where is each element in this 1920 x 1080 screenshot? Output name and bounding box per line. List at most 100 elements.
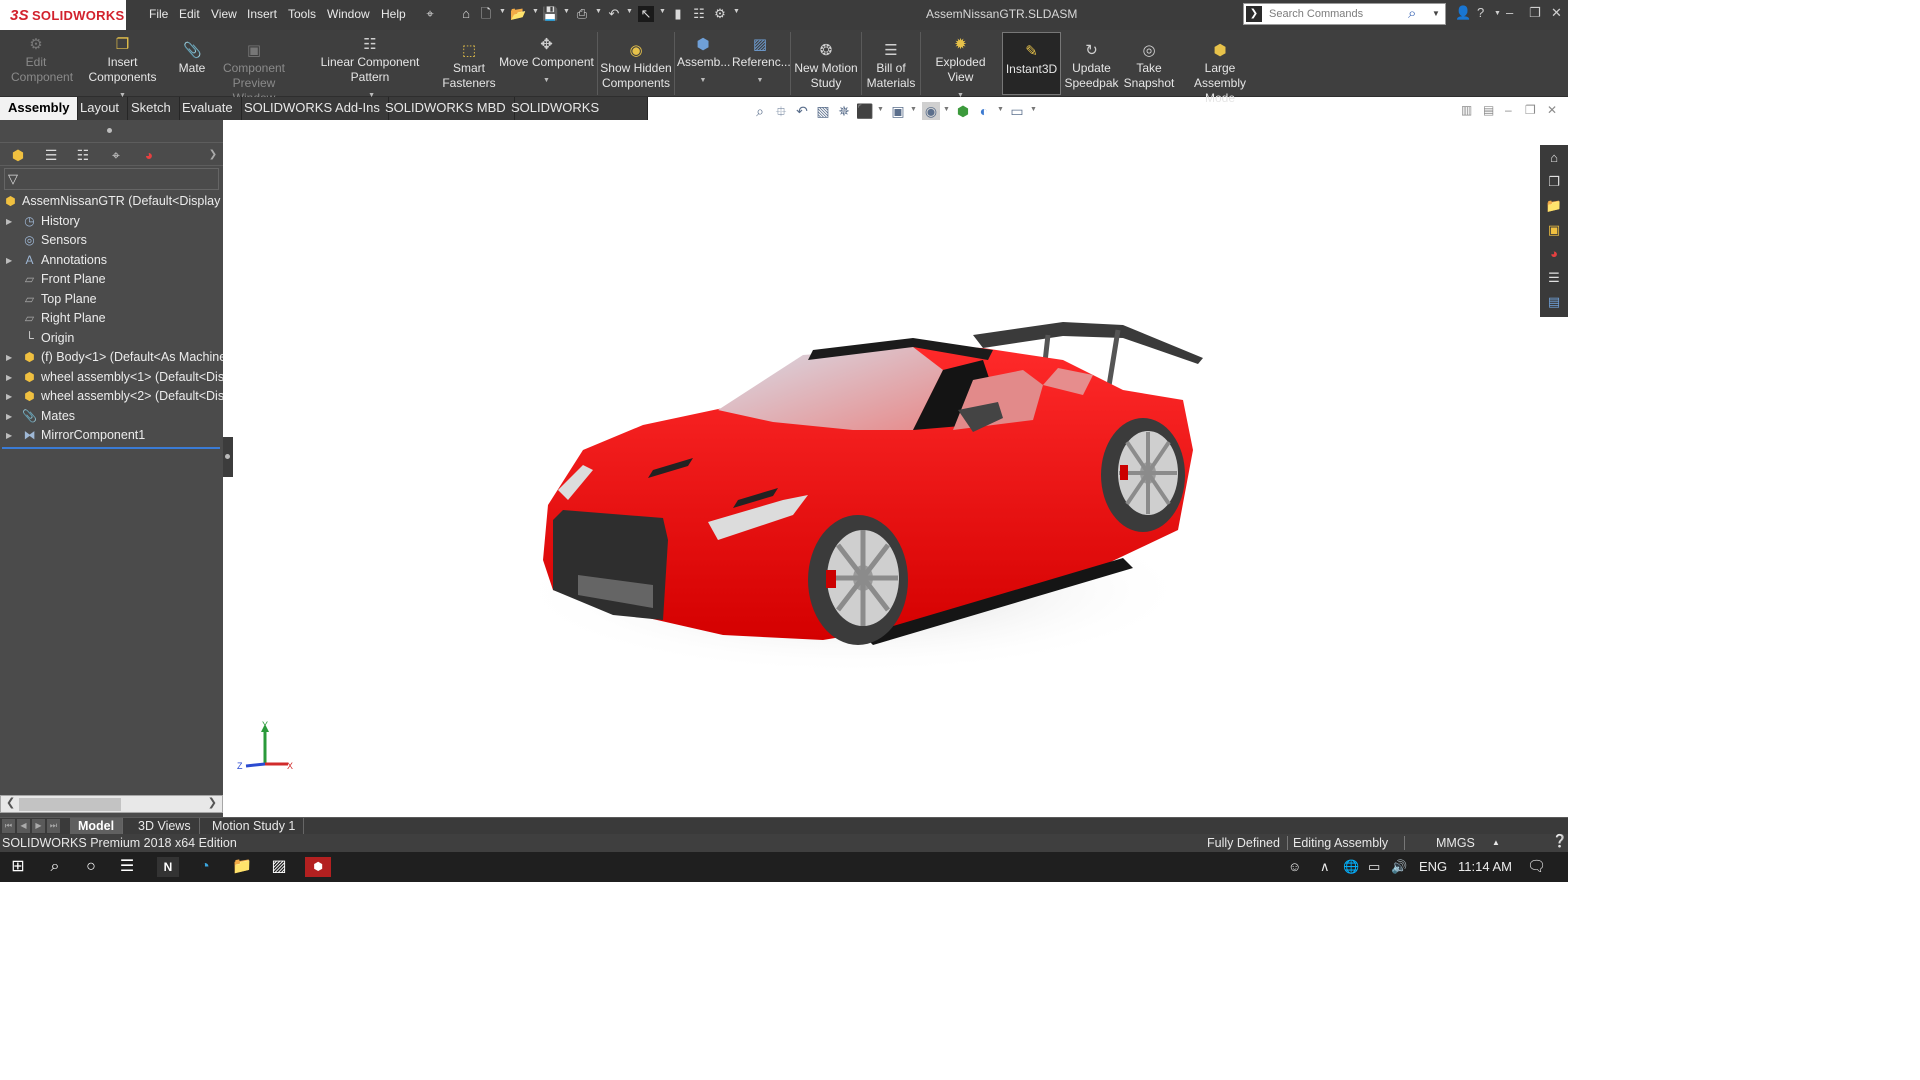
battery-icon[interactable]: ▭ xyxy=(1368,859,1380,875)
file-properties-icon[interactable]: ☷ xyxy=(691,6,707,22)
search-icon[interactable]: ⌕ xyxy=(1408,5,1416,22)
taskbar-search-icon[interactable]: ⌕ xyxy=(44,857,66,877)
graphics-area[interactable]: Y Z X xyxy=(223,120,1540,817)
viewport-restore-icon[interactable]: ❐ xyxy=(1525,103,1536,117)
units-dropdown-icon[interactable]: ▲ xyxy=(1492,838,1500,847)
expand-arrow-icon[interactable]: ▶ xyxy=(6,251,12,270)
view-settings-dropdown-icon[interactable]: ▼ xyxy=(1030,106,1037,113)
save-icon[interactable]: 💾 xyxy=(542,6,558,22)
apply-scene-icon[interactable]: ◐ xyxy=(975,102,993,120)
select-arrow-icon[interactable]: ↖ xyxy=(638,6,654,22)
large-assembly-mode-button[interactable]: ⬢ Large Assembly Mode xyxy=(1178,30,1262,105)
mate-button[interactable]: 📎 Mate xyxy=(175,30,209,97)
tab-3d-views[interactable]: 3D Views xyxy=(130,818,200,835)
viewport-minimize-icon[interactable]: – xyxy=(1505,103,1512,117)
tree-item-mirror-component[interactable]: ▶ ⧓ MirrorComponent1 xyxy=(0,426,223,445)
tab-visualize[interactable]: SOLIDWORKS Visualize xyxy=(503,97,648,137)
expand-arrow-icon[interactable]: ▶ xyxy=(6,426,12,445)
tree-item-wheel-assembly-1[interactable]: ▶ ⬢ wheel assembly<1> (Default<Dis xyxy=(0,368,223,387)
expand-arrow-icon[interactable]: ▶ xyxy=(6,348,12,367)
cortana-icon[interactable]: ○ xyxy=(80,857,102,877)
first-tab-arrow-icon[interactable]: ⏮ xyxy=(2,819,15,833)
show-hidden-components-button[interactable]: ◉ Show Hidden Components xyxy=(600,30,672,97)
zoom-to-area-icon[interactable]: ⯐ xyxy=(772,102,790,120)
tree-filter-input[interactable]: ▽ xyxy=(4,168,219,190)
last-tab-arrow-icon[interactable]: ⏭ xyxy=(47,819,60,833)
clock-label[interactable]: 11:14 AM xyxy=(1458,859,1512,874)
smart-fasteners-button[interactable]: ⬚ Smart Fasteners xyxy=(441,30,497,97)
tab-assembly[interactable]: Assembly xyxy=(0,97,79,120)
feature-manager-tab-icon[interactable]: ⬢ xyxy=(7,146,29,164)
status-tooltip-icon[interactable]: ❔ xyxy=(1552,834,1568,849)
menu-view[interactable]: View xyxy=(211,7,237,21)
restore-icon[interactable]: ❐ xyxy=(1529,5,1541,21)
open-dropdown-icon[interactable]: ▼ xyxy=(532,8,539,15)
tree-item-right-plane[interactable]: ▱ Right Plane xyxy=(0,309,223,328)
tree-root-assembly[interactable]: ⬢ AssemNissanGTR (Default<Display S xyxy=(0,192,223,211)
save-dropdown-icon[interactable]: ▼ xyxy=(563,8,570,15)
property-manager-tab-icon[interactable]: ☰ xyxy=(40,146,62,164)
panel-expand-chevron-icon[interactable]: ❯ xyxy=(202,146,224,164)
search-dropdown-icon[interactable]: ▼ xyxy=(1432,9,1440,18)
search-commands-box[interactable]: ❯ Search Commands ⌕ ▼ xyxy=(1243,3,1446,25)
viewport-tile-right-icon[interactable]: ▤ xyxy=(1483,103,1494,117)
options-gear-icon[interactable]: ⚙ xyxy=(712,6,728,22)
task-view-icon[interactable]: ☰ xyxy=(116,857,138,877)
panel-collapse-handle[interactable] xyxy=(223,437,233,477)
options-dropdown-icon[interactable]: ▼ xyxy=(733,8,740,15)
exploded-view-dropdown-icon[interactable]: ▼ xyxy=(922,92,999,100)
file-explorer-icon[interactable]: 📁 xyxy=(231,857,253,877)
menu-file[interactable]: File xyxy=(149,7,168,21)
display-style-dropdown-icon[interactable]: ▼ xyxy=(910,106,917,113)
viewport-close-icon[interactable]: ✕ xyxy=(1547,103,1557,117)
reference-geometry-button[interactable]: ▨ Referenc... ▼ xyxy=(732,30,791,97)
people-icon[interactable]: ☺ xyxy=(1288,859,1301,874)
insert-components-button[interactable]: ❐ Insert Components ▼ xyxy=(72,30,173,99)
custom-properties-icon[interactable]: ☰ xyxy=(1545,269,1563,287)
edit-appearance-icon[interactable]: ⬢ xyxy=(954,102,972,120)
design-library-icon[interactable]: ❐ xyxy=(1545,173,1563,191)
pin-icon[interactable]: ⌖ xyxy=(422,6,438,22)
input-language-label[interactable]: ENG xyxy=(1419,859,1447,874)
view-settings-monitor-icon[interactable]: ▭ xyxy=(1008,102,1026,120)
tree-item-body[interactable]: ▶ ⬢ (f) Body<1> (Default<As Machine xyxy=(0,348,223,367)
configuration-manager-tab-icon[interactable]: ☷ xyxy=(72,146,94,164)
tab-sketch[interactable]: Sketch xyxy=(123,97,180,120)
apply-scene-dropdown-icon[interactable]: ▼ xyxy=(997,106,1004,113)
command-prompt-icon[interactable]: ❯ xyxy=(1246,6,1262,22)
solidworks-resources-home-icon[interactable]: ⌂ xyxy=(1545,149,1563,167)
tray-overflow-chevron-icon[interactable]: ∧ xyxy=(1320,859,1330,875)
windows-start-icon[interactable]: ⊞ xyxy=(7,857,29,877)
solidworks-logo[interactable]: 3S SOLIDWORKS xyxy=(0,0,126,30)
take-snapshot-button[interactable]: ◎ Take Snapshot xyxy=(1122,30,1176,97)
user-icon[interactable]: 👤 xyxy=(1455,5,1471,21)
exploded-view-button[interactable]: ✹ Exploded View ▼ xyxy=(922,30,999,100)
tab-evaluate[interactable]: Evaluate xyxy=(174,97,242,120)
section-view-icon[interactable]: ▧ xyxy=(814,102,832,120)
update-speedpak-button[interactable]: ↻ Update Speedpak xyxy=(1064,30,1119,97)
menu-insert[interactable]: Insert xyxy=(247,7,277,21)
bill-of-materials-button[interactable]: ☰ Bill of Materials xyxy=(864,30,918,97)
volume-icon[interactable]: 🔊 xyxy=(1391,859,1407,875)
panel-grip[interactable] xyxy=(0,120,223,142)
print-icon[interactable]: ⎙ xyxy=(574,6,590,22)
menu-tools[interactable]: Tools xyxy=(288,7,316,21)
menu-help[interactable]: Help xyxy=(381,7,406,21)
move-component-dropdown-icon[interactable]: ▼ xyxy=(499,77,594,85)
tab-motion-study-1[interactable]: Motion Study 1 xyxy=(204,818,305,835)
expand-arrow-icon[interactable]: ▶ xyxy=(6,387,12,406)
expand-arrow-icon[interactable]: ▶ xyxy=(6,212,12,231)
undo-icon[interactable]: ↶ xyxy=(606,6,622,22)
view-orientation-dropdown-icon[interactable]: ▼ xyxy=(877,106,884,113)
rollback-bar[interactable] xyxy=(2,447,220,449)
prev-tab-arrow-icon[interactable]: ◀ xyxy=(17,819,30,833)
new-document-icon[interactable]: 🗋 xyxy=(478,6,494,22)
tree-horizontal-scrollbar[interactable]: ❮ ❯ xyxy=(0,795,223,813)
expand-arrow-icon[interactable]: ▶ xyxy=(6,407,12,426)
solidworks-taskbar-icon[interactable]: ⬢ xyxy=(305,857,331,877)
tree-item-sensors[interactable]: ◎ Sensors xyxy=(0,231,223,250)
menu-edit[interactable]: Edit xyxy=(179,7,200,21)
print-dropdown-icon[interactable]: ▼ xyxy=(595,8,602,15)
viewport-tile-left-icon[interactable]: ▥ xyxy=(1461,103,1472,117)
scroll-right-icon[interactable]: ❯ xyxy=(208,796,217,809)
